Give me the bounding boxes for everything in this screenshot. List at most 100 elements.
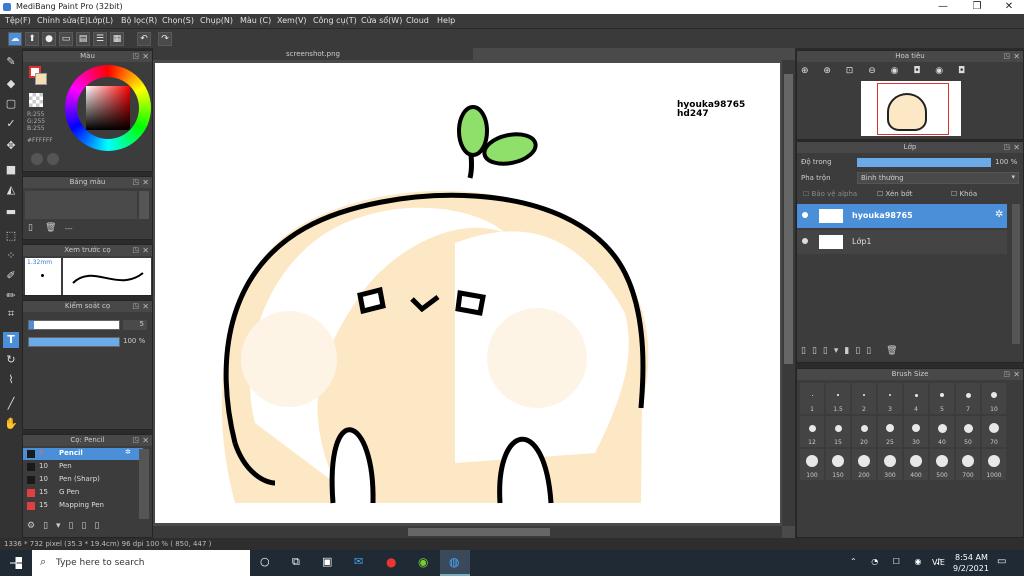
menu-file[interactable]: Tệp(F) <box>5 16 31 25</box>
select-pen-tool-icon[interactable]: ✐ <box>3 268 19 284</box>
brush-size-option[interactable]: 50 <box>956 416 980 447</box>
menu-layer[interactable]: Lớp(L) <box>88 16 113 25</box>
close-icon[interactable]: ✕ <box>142 51 149 62</box>
dropper-tool-icon[interactable]: ╱ <box>3 396 19 412</box>
store-icon[interactable]: ▣ <box>322 555 332 568</box>
menu-select[interactable]: Chọn(S) <box>162 16 194 25</box>
undock-icon[interactable]: ◳ <box>1003 369 1010 380</box>
close-icon[interactable]: ✕ <box>142 301 149 312</box>
panel-icon[interactable]: ▤ <box>76 32 90 46</box>
divide-tool-icon[interactable]: ⌗ <box>3 306 19 322</box>
close-icon[interactable]: ✕ <box>142 435 149 446</box>
select-eraser-tool-icon[interactable]: ✏ <box>3 288 19 304</box>
navigator-tools[interactable]: ⊕ ⊕ ⊡ ⊖ ◉ ◘ ◉ ◘ <box>801 66 971 76</box>
brush-size-option[interactable]: 10 <box>982 383 1006 414</box>
brush-size-option[interactable]: 3 <box>878 383 902 414</box>
medibang-taskbar-button[interactable]: ◍ <box>440 550 470 576</box>
cloud-icon[interactable]: ☁ <box>8 32 22 46</box>
mail-icon[interactable]: ✉ <box>354 555 363 568</box>
comment-icon[interactable]: ● <box>42 32 56 46</box>
vertical-scrollbar[interactable] <box>782 60 795 526</box>
brush-size-option[interactable]: 1000 <box>982 449 1006 480</box>
brush-size-option[interactable]: 700 <box>956 449 980 480</box>
redo-icon[interactable]: ↷ <box>158 32 172 46</box>
hue-wheel[interactable] <box>65 65 151 151</box>
brush-size-option[interactable]: 7 <box>956 383 980 414</box>
color-history-icon[interactable] <box>47 153 59 165</box>
close-icon[interactable]: ✕ <box>1013 369 1020 380</box>
lasso-tool-icon[interactable]: ✓ <box>3 116 19 132</box>
brush-size-option[interactable]: 1 <box>800 383 824 414</box>
drawing-canvas[interactable]: hyouka98765 hd247 <box>155 63 780 523</box>
brush-size-option[interactable]: 1.5 <box>826 383 850 414</box>
visibility-icon[interactable] <box>802 212 808 218</box>
brush-size-option[interactable]: 500 <box>930 449 954 480</box>
rect-select-tool-icon[interactable]: ▢ <box>3 96 19 112</box>
notification-icon[interactable]: ▭ <box>997 556 1006 567</box>
palette-area[interactable] <box>25 191 137 219</box>
taskbar-search[interactable]: ⌕ Type here to search <box>32 550 250 576</box>
clock-time[interactable]: 8:54 AM <box>955 553 988 562</box>
brush-size-slider[interactable] <box>28 320 120 330</box>
clipping-checkbox[interactable]: ☐ Xén bớt <box>877 190 912 198</box>
horizontal-scrollbar[interactable] <box>153 526 782 538</box>
brush-size-option[interactable]: 70 <box>982 416 1006 447</box>
brush-size-value[interactable]: 5 <box>123 320 147 330</box>
brush-size-option[interactable]: 400 <box>904 449 928 480</box>
brush-item[interactable]: 15 G Pen <box>23 487 143 499</box>
start-icon[interactable] <box>10 557 22 569</box>
hand-tool-icon[interactable]: ✋ <box>3 416 19 432</box>
undock-icon[interactable]: ◳ <box>132 177 139 188</box>
eraser-tool-icon[interactable]: ◆ <box>3 76 19 92</box>
close-icon[interactable]: ✕ <box>142 245 149 256</box>
menu-edit[interactable]: Chỉnh sửa(E) <box>37 16 88 25</box>
brush-tool-icon[interactable]: ✎ <box>3 54 19 70</box>
layer-opacity-slider[interactable] <box>857 158 991 167</box>
undock-icon[interactable]: ◳ <box>1003 51 1010 62</box>
maximize-button[interactable]: ❐ <box>962 0 992 14</box>
navigator-thumbnail[interactable] <box>861 81 961 136</box>
app-green-icon[interactable]: ◉ <box>418 555 428 569</box>
eyedropper-tool-icon[interactable]: ⌇ <box>3 372 19 388</box>
text-tool-icon[interactable]: T <box>3 332 19 348</box>
brush-size-option[interactable]: 100 <box>800 449 824 480</box>
gear-icon[interactable]: ✲ <box>995 209 1003 220</box>
undo-icon[interactable]: ↶ <box>137 32 151 46</box>
transparent-swatch[interactable] <box>29 93 43 107</box>
list-icon[interactable]: ☰ <box>93 32 107 46</box>
brush-size-option[interactable]: 25 <box>878 416 902 447</box>
blend-mode-select[interactable]: Bình thường ▾ <box>857 172 1019 184</box>
brush-size-option[interactable]: 5 <box>930 383 954 414</box>
brush-size-option[interactable]: 300 <box>878 449 902 480</box>
menu-color[interactable]: Màu (C) <box>240 16 271 25</box>
visibility-icon[interactable] <box>802 238 808 244</box>
brush-item[interactable]: 15 Mapping Pen <box>23 500 143 512</box>
brush-item[interactable]: 10 Pen (Sharp) <box>23 474 143 486</box>
bucket-tool-icon[interactable]: ◭ <box>3 182 19 198</box>
layer-actions[interactable]: ▯▯▯▾▮▯▯ 🗑 <box>801 346 904 356</box>
layers-scrollbar[interactable] <box>1012 204 1020 344</box>
menu-help[interactable]: Help <box>437 16 455 25</box>
chat-icon[interactable]: ▭ <box>59 32 73 46</box>
menu-tools[interactable]: Công cụ(T) <box>313 16 357 25</box>
gradient-tool-icon[interactable]: ▬ <box>3 204 19 220</box>
saturation-square[interactable] <box>86 86 130 130</box>
magic-wand-tool-icon[interactable]: ⁘ <box>3 248 19 264</box>
menu-filter[interactable]: Bộ lọc(R) <box>121 16 157 25</box>
new-palette-icon[interactable]: ▯ <box>28 223 33 233</box>
brush-list-actions[interactable]: ⚙▯▾▯▯▯ <box>27 521 107 531</box>
layer-row[interactable]: Lớp1 <box>797 230 1007 254</box>
undock-icon[interactable]: ◳ <box>132 435 139 446</box>
close-icon[interactable]: ✕ <box>1013 142 1020 153</box>
menu-capture[interactable]: Chụp(N) <box>200 16 233 25</box>
color-tool-icon[interactable] <box>31 153 43 165</box>
menu-window[interactable]: Cửa sổ(W) <box>361 16 402 25</box>
protect-alpha-checkbox[interactable]: ☐ Bảo vệ alpha <box>803 190 857 198</box>
background-color-swatch[interactable] <box>35 73 47 85</box>
brush-size-option[interactable]: 15 <box>826 416 850 447</box>
brush-size-option[interactable]: 150 <box>826 449 850 480</box>
select-tool-icon[interactable]: ⬚ <box>3 228 19 244</box>
layer-row[interactable]: hyouka98765 ✲ <box>797 204 1007 228</box>
clock-date[interactable]: 9/2/2021 <box>953 564 989 573</box>
brush-item[interactable]: 5 Pencil ✲ <box>23 448 143 460</box>
